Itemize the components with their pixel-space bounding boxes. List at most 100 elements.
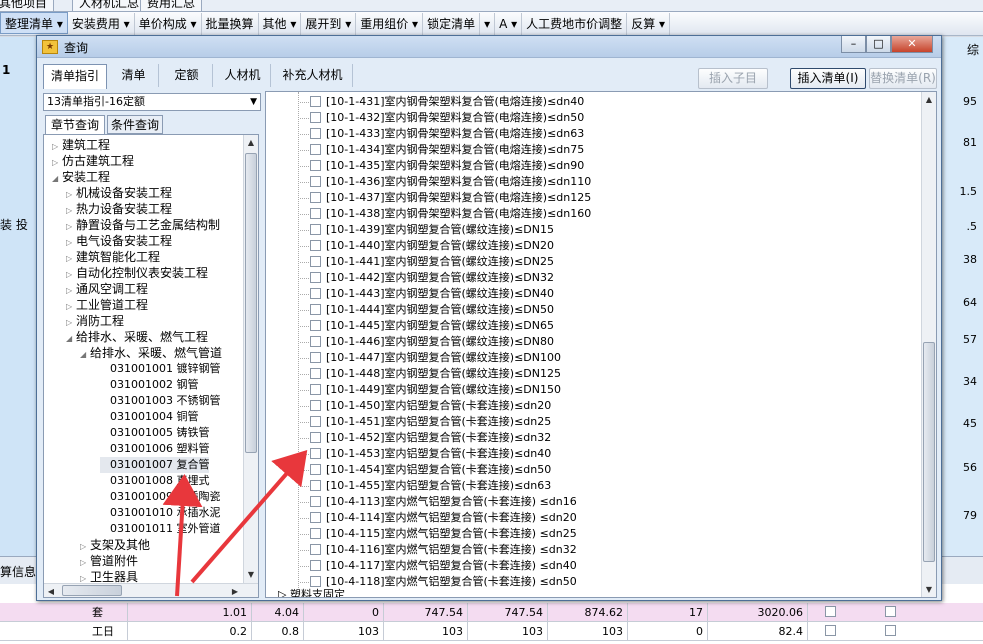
quota-list-item[interactable]: [10-1-439]室内钢塑复合管(螺纹连接)≤DN15 xyxy=(300,222,554,238)
tree-node[interactable]: ▷ 自动化控制仪表安装工程 xyxy=(66,265,208,281)
toolbar-item-0[interactable]: 整理清单 ▾ xyxy=(0,12,68,34)
tree-vertical-scrollbar[interactable]: ▲ ▼ xyxy=(243,135,258,583)
item-checkbox[interactable] xyxy=(310,128,321,139)
toolbar-item-7[interactable]: 锁定清单 xyxy=(423,13,481,35)
tab-materials[interactable]: 人材机 xyxy=(215,64,271,87)
list-vertical-scrollbar[interactable]: ▲ ▼ xyxy=(921,92,936,597)
item-checkbox[interactable] xyxy=(310,272,321,283)
tree-node[interactable]: ▷ 通风空调工程 xyxy=(66,281,148,297)
tree-node[interactable]: 031001010 承插水泥 xyxy=(100,505,220,521)
tab-supplement-materials[interactable]: 补充人材机 xyxy=(273,64,353,87)
item-checkbox[interactable] xyxy=(310,96,321,107)
tree-node[interactable]: ▷ 仿古建筑工程 xyxy=(52,153,134,169)
item-checkbox[interactable] xyxy=(310,112,321,123)
item-checkbox[interactable] xyxy=(310,144,321,155)
toolbar-item-9[interactable]: A ▾ xyxy=(495,13,523,35)
row-checkbox[interactable] xyxy=(885,625,896,636)
toolbar-item-10[interactable]: 人工费地市价调整 xyxy=(522,13,628,35)
tab-quota[interactable]: 定额 xyxy=(161,64,213,87)
tree-node[interactable]: 031001007 复合管 xyxy=(100,457,210,473)
item-checkbox[interactable] xyxy=(310,368,321,379)
minimize-icon[interactable]: – xyxy=(841,36,866,53)
quota-list-item[interactable]: [10-1-448]室内钢塑复合管(螺纹连接)≤DN125 xyxy=(300,366,561,382)
item-checkbox[interactable] xyxy=(310,496,321,507)
quota-list-item[interactable]: [10-1-446]室内钢塑复合管(螺纹连接)≤DN80 xyxy=(300,334,554,350)
tab-chapter-query[interactable]: 章节查询 xyxy=(45,115,105,135)
row-checkbox[interactable] xyxy=(885,606,896,617)
quota-list-item[interactable]: [10-1-447]室内钢塑复合管(螺纹连接)≤DN100 xyxy=(300,350,561,366)
tree-node[interactable]: ▷ 静置设备与工艺金属结构制 xyxy=(66,217,220,233)
toolbar-item-1[interactable]: 安装费用 ▾ xyxy=(68,13,135,35)
toolbar-item-6[interactable]: 重用组价 ▾ xyxy=(356,13,424,35)
quota-list-item[interactable]: [10-1-440]室内钢塑复合管(螺纹连接)≤DN20 xyxy=(300,238,554,254)
insert-list-button[interactable]: 插入清单(I) xyxy=(790,68,866,89)
scroll-left-icon[interactable]: ◀ xyxy=(44,584,58,597)
expand-icon[interactable]: ◢ xyxy=(66,331,76,347)
tab-list[interactable]: 清单 xyxy=(109,64,159,87)
tree-hscroll-thumb[interactable] xyxy=(62,585,122,596)
quota-list-item[interactable]: [10-1-435]室内钢骨架塑料复合管(电熔连接)≤dn90 xyxy=(300,158,584,174)
tree-node[interactable]: 031001011 室外管道 xyxy=(100,521,220,537)
item-checkbox[interactable] xyxy=(310,512,321,523)
scroll-right-icon[interactable]: ▶ xyxy=(228,584,242,597)
item-checkbox[interactable] xyxy=(310,352,321,363)
item-checkbox[interactable] xyxy=(310,208,321,219)
item-checkbox[interactable] xyxy=(310,176,321,187)
quota-list-item[interactable]: [10-4-115]室内燃气铝塑复合管(卡套连接) ≤dn25 xyxy=(300,526,577,542)
tab-condition-query[interactable]: 条件查询 xyxy=(107,115,163,134)
item-checkbox[interactable] xyxy=(310,384,321,395)
item-checkbox[interactable] xyxy=(310,160,321,171)
item-checkbox[interactable] xyxy=(310,400,321,411)
quota-list-item[interactable]: [10-1-431]室内钢骨架塑料复合管(电熔连接)≤dn40 xyxy=(300,94,584,110)
tree-node[interactable]: ▷ 热力设备安装工程 xyxy=(66,201,172,217)
tree-scroll-thumb[interactable] xyxy=(245,153,257,453)
quota-list-item[interactable]: [10-1-450]室内铝塑复合管(卡套连接)≤dn20 xyxy=(300,398,551,414)
quota-list-item[interactable]: [10-1-433]室内钢骨架塑料复合管(电熔连接)≤dn63 xyxy=(300,126,584,142)
quota-list-item[interactable]: [10-1-441]室内钢塑复合管(螺纹连接)≤DN25 xyxy=(300,254,554,270)
quota-list-item[interactable]: [10-1-454]室内铝塑复合管(卡套连接)≤dn50 xyxy=(300,462,551,478)
quota-list-item[interactable]: [10-1-436]室内钢骨架塑料复合管(电熔连接)≤dn110 xyxy=(300,174,591,190)
item-checkbox[interactable] xyxy=(310,304,321,315)
list-footer-item[interactable]: ▷ 塑料支固定 xyxy=(278,586,345,597)
bottom-table-row[interactable]: 套 1.01 4.04 0 747.54 747.54 874.62 17 3020.06 xyxy=(0,603,983,622)
toolbar-item-11[interactable]: 反算 ▾ xyxy=(627,13,671,35)
quota-list-item[interactable]: [10-1-453]室内铝塑复合管(卡套连接)≤dn40 xyxy=(300,446,551,462)
item-checkbox[interactable] xyxy=(310,240,321,251)
scroll-up-icon[interactable]: ▲ xyxy=(244,135,258,150)
item-checkbox[interactable] xyxy=(310,224,321,235)
quota-list-item[interactable]: [10-1-445]室内钢塑复合管(螺纹连接)≤DN65 xyxy=(300,318,554,334)
toolbar-item-3[interactable]: 批量换算 xyxy=(202,13,259,35)
tab-other-items[interactable]: 其他项目 xyxy=(0,0,55,12)
toolbar-item-2[interactable]: 单价构成 ▾ xyxy=(135,13,202,35)
dialog-titlebar[interactable]: ★ 查询 – □ ✕ xyxy=(37,36,941,58)
item-checkbox[interactable] xyxy=(310,432,321,443)
quota-list-item[interactable]: [10-1-455]室内铝塑复合管(卡套连接)≤dn63 xyxy=(300,478,551,494)
item-checkbox[interactable] xyxy=(310,288,321,299)
maximize-icon[interactable]: □ xyxy=(866,36,891,53)
tree-node[interactable]: ▷ 建筑工程 xyxy=(52,137,110,153)
quota-list-item[interactable]: [10-1-438]室内钢骨架塑料复合管(电熔连接)≤dn160 xyxy=(300,206,591,222)
tree-node[interactable]: ▷ 建筑智能化工程 xyxy=(66,249,160,265)
tree-node[interactable]: 031001005 铸铁管 xyxy=(100,425,209,441)
quota-list-item[interactable]: [10-4-113]室内燃气铝塑复合管(卡套连接) ≤dn16 xyxy=(300,494,577,510)
expand-icon[interactable]: ◢ xyxy=(80,347,90,363)
quota-list-item[interactable]: [10-1-437]室内钢骨架塑料复合管(电熔连接)≤dn125 xyxy=(300,190,591,206)
tab-list-guide[interactable]: 清单指引 xyxy=(43,64,107,89)
tree-node[interactable]: ▷ 工业管道工程 xyxy=(66,297,148,313)
tree-node[interactable]: 031001004 铜管 xyxy=(100,409,198,425)
tree-node[interactable]: 031001002 钢管 xyxy=(100,377,198,393)
item-checkbox[interactable] xyxy=(310,528,321,539)
item-checkbox[interactable] xyxy=(310,560,321,571)
tree-node[interactable]: 031001009 承插陶瓷 xyxy=(100,489,220,505)
quota-list-item[interactable]: [10-1-452]室内铝塑复合管(卡套连接)≤dn32 xyxy=(300,430,551,446)
quota-list-item[interactable]: [10-1-451]室内铝塑复合管(卡套连接)≤dn25 xyxy=(300,414,551,430)
toolbar-item-4[interactable]: 其他 ▾ xyxy=(259,13,302,35)
list-scroll-thumb[interactable] xyxy=(923,342,935,562)
tree-horizontal-scrollbar[interactable]: ◀ ▶ xyxy=(44,583,258,597)
tree-node[interactable]: ◢ 安装工程 xyxy=(52,169,110,185)
scroll-down-icon[interactable]: ▼ xyxy=(922,582,936,597)
toolbar-item-8[interactable]: ▾ xyxy=(480,13,496,35)
tab-cost-summary[interactable]: 费用汇总 xyxy=(140,0,203,12)
tree-node[interactable]: 031001008 直埋式 xyxy=(100,473,209,489)
quota-list-item[interactable]: [10-1-434]室内钢骨架塑料复合管(电熔连接)≤dn75 xyxy=(300,142,584,158)
